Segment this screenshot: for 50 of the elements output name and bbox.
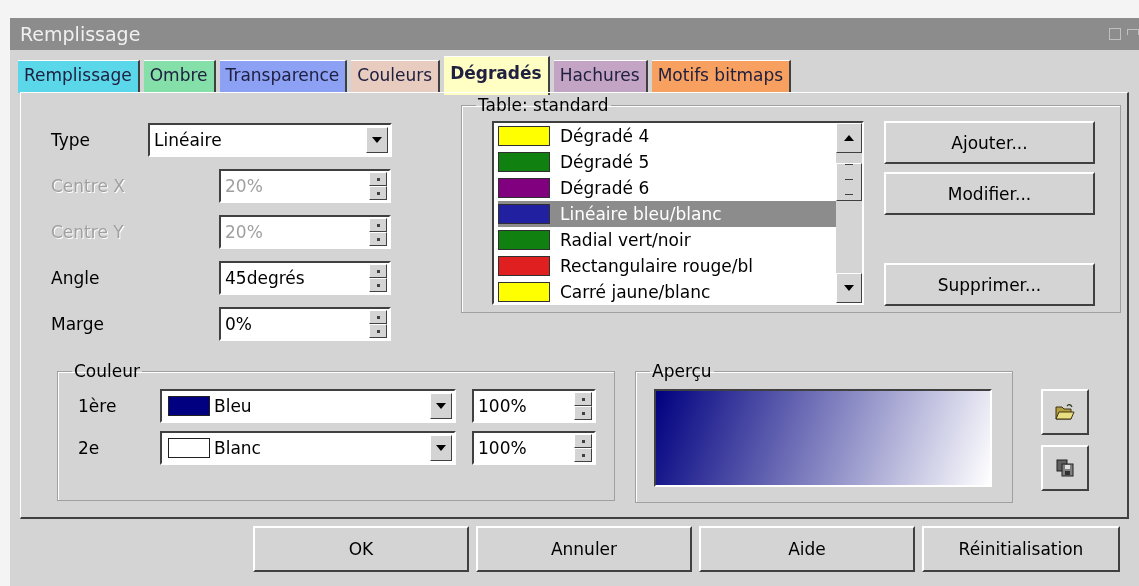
- scroll-down-icon[interactable]: [836, 273, 862, 303]
- open-folder-button[interactable]: [1041, 389, 1089, 435]
- save-disk-button[interactable]: [1041, 445, 1089, 491]
- tab[interactable]: Remplissage: [18, 60, 140, 93]
- color-dropdown[interactable]: Bleu: [160, 389, 456, 423]
- field-label: Marge: [51, 314, 106, 334]
- tab[interactable]: Dégradés: [444, 56, 550, 95]
- spin-buttons-icon[interactable]: [574, 392, 592, 420]
- group-title: Table: standard: [477, 95, 610, 115]
- group-title: Aperçu: [651, 361, 713, 381]
- spin-field[interactable]: 100%: [472, 431, 596, 465]
- list-item[interactable]: Carré jaune/blanc: [498, 279, 836, 303]
- tab[interactable]: Ombre: [143, 60, 216, 93]
- spin-buttons-icon[interactable]: [369, 218, 387, 246]
- list-item[interactable]: Dégradé 5: [498, 149, 836, 175]
- action-button[interactable]: Ajouter...: [884, 121, 1095, 164]
- scroll-thumb[interactable]: [836, 163, 862, 201]
- floppy-disk-icon: [1056, 459, 1074, 477]
- action-button[interactable]: Modifier...: [884, 172, 1095, 215]
- dialog-button[interactable]: Aide: [699, 526, 915, 572]
- spin-buttons-icon[interactable]: [574, 434, 592, 462]
- field-label: 2e: [78, 438, 101, 458]
- scroll-up-icon[interactable]: [836, 123, 862, 153]
- spin-buttons-icon[interactable]: [369, 264, 387, 292]
- spin-field[interactable]: 45degrés: [219, 261, 391, 295]
- group-title: Couleur: [73, 361, 141, 381]
- folder-icon: [1055, 403, 1075, 421]
- field-label: Type: [51, 130, 92, 150]
- list-item[interactable]: Rectangulaire rouge/bl: [498, 253, 836, 279]
- field-label: Angle: [51, 268, 101, 288]
- color-dropdown[interactable]: Blanc: [160, 431, 456, 465]
- dialog-button[interactable]: Réinitialisation: [922, 526, 1120, 572]
- dialog-button[interactable]: Annuler: [476, 526, 692, 572]
- list-item[interactable]: Dégradé 6: [498, 175, 836, 201]
- window-title: Remplissage: [20, 23, 141, 45]
- list-item[interactable]: Dégradé 4: [498, 123, 836, 149]
- spin-field[interactable]: 0%: [219, 307, 391, 341]
- tab[interactable]: Transparence: [219, 60, 348, 93]
- spin-field[interactable]: 100%: [472, 389, 596, 423]
- list-item[interactable]: Radial vert/noir: [498, 227, 836, 253]
- tab[interactable]: Couleurs: [351, 60, 441, 93]
- scrollbar[interactable]: [836, 123, 862, 303]
- spin-buttons-icon[interactable]: [369, 310, 387, 338]
- action-button[interactable]: Supprimer...: [884, 263, 1095, 306]
- tab[interactable]: Motifs bitmaps: [651, 60, 792, 93]
- dialog-button[interactable]: OK: [253, 526, 469, 572]
- field-label: 1ère: [78, 396, 118, 416]
- type-dropdown[interactable]: Linéaire: [148, 123, 392, 157]
- spin-buttons-icon[interactable]: [369, 172, 387, 200]
- tab[interactable]: Hachures: [553, 60, 648, 93]
